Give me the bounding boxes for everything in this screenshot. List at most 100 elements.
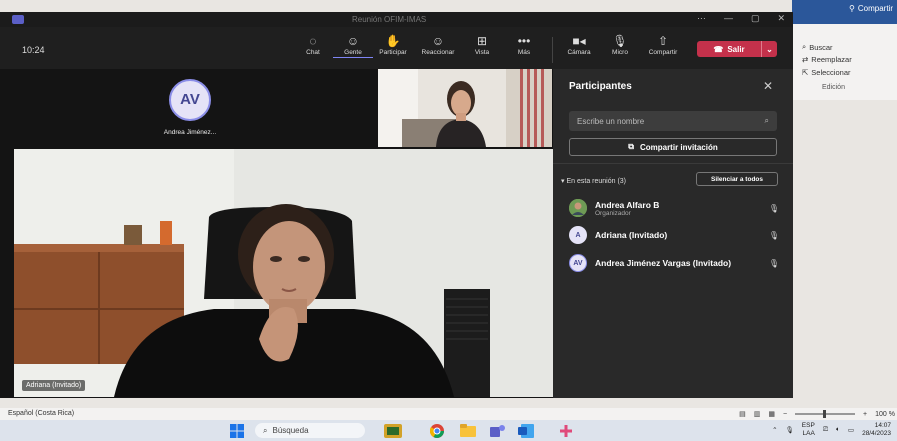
zoom-percentage[interactable]: 100 % [875, 411, 895, 418]
word-window-background: ⚲ Compartir ⌕ Buscar ⇄ Reemplazar ⇱ Selecci… [792, 0, 897, 100]
word-replace-button[interactable]: ⇄ Reemplazar [802, 55, 852, 64]
view-label: Vista [474, 49, 490, 56]
network-icon[interactable]: ⎚ [823, 426, 828, 434]
taskbar-app-chrome[interactable] [430, 423, 444, 438]
participant-row[interactable]: AV Andrea Jiménez Vargas (Invitado) 🎙︎ [569, 254, 779, 272]
search-icon: ⌕ [764, 116, 769, 125]
word-find-button[interactable]: ⌕ Buscar [802, 42, 833, 52]
close-icon[interactable]: ✕ [777, 13, 785, 24]
lang-line-2: LAA [802, 430, 815, 437]
share-invite-label: Compartir invitación [639, 142, 718, 152]
start-button[interactable] [230, 423, 244, 438]
share-invite-button[interactable]: ⧉ Compartir invitación [569, 138, 777, 156]
zoom-slider[interactable] [795, 410, 856, 418]
chevron-up-icon[interactable]: ⌃ [772, 426, 777, 434]
participant-role: Organizador [595, 209, 631, 217]
battery-icon[interactable]: ▭ [848, 426, 854, 434]
react-label: Reaccionar [421, 49, 455, 56]
participant-search-input[interactable]: Escribe un nombre ⌕ [569, 111, 777, 131]
participant-row[interactable]: A Adriana (Invitado) 🎙︎ [569, 226, 779, 244]
maximize-icon[interactable]: ▢ [751, 13, 760, 24]
ellipsis-icon: ••• [517, 34, 531, 48]
word-language-status[interactable]: Español (Costa Rica) [8, 410, 74, 417]
taskbar-search[interactable]: ⌕ Búsqueda [255, 423, 365, 438]
taskbar-app-teams[interactable] [490, 423, 506, 438]
snipping-tool-icon [560, 424, 572, 437]
smiley-icon: ☺ [431, 34, 445, 48]
share-button[interactable]: ⇧ Compartir [643, 33, 683, 56]
word-share-button[interactable]: ⚲ Compartir [849, 4, 893, 13]
folder-icon [460, 424, 476, 437]
meeting-title: Reunión OFIM-IMAS [352, 15, 427, 24]
mute-all-button[interactable]: Silenciar a todos [696, 172, 778, 186]
word-select-button[interactable]: ⇱ Seleccionar [802, 68, 851, 77]
camera-label: Cámara [567, 49, 591, 56]
people-button[interactable]: ☺ Gente [333, 33, 373, 58]
participant-video-small[interactable] [378, 69, 552, 147]
more-button[interactable]: ••• Más [504, 33, 544, 56]
meeting-timer: 10:24 [22, 45, 45, 55]
replace-icon: ⇄ [802, 55, 809, 64]
participant-row[interactable]: Andrea Alfaro B Organizador 🎙︎ [569, 199, 779, 217]
microphone-icon[interactable]: 🎙︎ [786, 426, 794, 434]
raise-hand-label: Participar [379, 49, 407, 56]
leave-button[interactable]: ☎ Salir ⌄ [697, 41, 777, 57]
chat-button[interactable]: ◌ Chat [293, 33, 333, 56]
section-toggle[interactable]: ▾ En esta reunión (3) [561, 177, 626, 185]
share-label: Compartir [648, 49, 678, 56]
more-label: Más [517, 49, 531, 56]
zoom-out-icon[interactable]: − [783, 411, 787, 418]
search-placeholder: Escribe un nombre [577, 116, 645, 126]
game-app-icon [384, 423, 402, 438]
view-button[interactable]: ⊞ Vista [462, 33, 502, 56]
taskbar-app-snip[interactable] [558, 423, 574, 438]
leave-main[interactable]: ☎ Salir [697, 45, 761, 54]
participant-name-tag: Adriana (Invitado) [22, 380, 86, 391]
react-button[interactable]: ☺ Reaccionar [418, 33, 458, 56]
window-controls: ··· — ▢ ✕ [697, 13, 785, 24]
panel-title: Participantes [569, 81, 632, 92]
more-options-icon[interactable]: ··· [697, 13, 706, 24]
meeting-toolbar: 10:24 ◌ Chat ☺ Gente ✋ Participar ☺ Reac… [0, 27, 793, 69]
mic-button[interactable]: 🎙︎ Micro [600, 33, 640, 56]
chat-icon: ◌ [309, 34, 317, 48]
chrome-icon [430, 423, 444, 438]
avatar-photo [569, 199, 587, 217]
mic-label: Micro [612, 49, 628, 56]
input-language[interactable]: ESP LAA [802, 422, 815, 438]
leave-label: Salir [727, 44, 745, 54]
read-mode-icon[interactable]: ▤ [739, 410, 746, 418]
taskbar-app-explorer[interactable] [460, 423, 476, 438]
clock-date[interactable]: 14:07 28/4/2023 [862, 422, 891, 438]
taskbar-app-game[interactable] [384, 423, 402, 438]
hand-icon: ✋ [385, 34, 401, 48]
participant-info: Andrea Jiménez Vargas (Invitado) [595, 258, 769, 268]
minimize-icon[interactable]: — [724, 13, 733, 24]
print-layout-icon[interactable]: ▥ [754, 410, 761, 418]
share-screen-icon: ⇧ [657, 34, 669, 48]
cursor-icon: ⇱ [802, 68, 809, 77]
participant-tile-avatar[interactable]: AV Andrea Jiménez... [140, 79, 240, 149]
raise-hand-button[interactable]: ✋ Participar [373, 33, 413, 56]
avatar [569, 199, 587, 217]
participant-video-main[interactable]: Adriana (Invitado) [14, 149, 553, 397]
search-icon: ⌕ [263, 425, 268, 435]
zoom-in-icon[interactable]: + [863, 411, 867, 418]
taskbar-time: 14:07 [874, 422, 891, 429]
leave-options-chevron-icon[interactable]: ⌄ [761, 41, 777, 57]
camera-button[interactable]: ■◂ Cámara [559, 33, 599, 56]
grid-icon: ⊞ [476, 34, 488, 48]
volume-icon[interactable]: 🔈︎ [836, 426, 840, 434]
windows-taskbar: ⌕ Búsqueda ⌃ 🎙︎ ESP LAA ⎚ 🔈︎ ▭ 14:07 28/… [0, 420, 897, 441]
section-label: En esta reunión (3) [566, 178, 627, 185]
web-layout-icon[interactable]: ▦ [768, 410, 775, 418]
participant-info: Andrea Alfaro B Organizador [595, 200, 769, 217]
word-share-label: Compartir [857, 4, 893, 13]
avatar: AV [569, 254, 587, 272]
avatar: A [569, 226, 587, 244]
word-icon [518, 423, 534, 438]
close-panel-icon[interactable]: ✕ [763, 79, 773, 93]
taskbar-app-word[interactable] [518, 423, 534, 438]
people-icon: ☺ [346, 34, 360, 48]
microphone-icon: 🎙︎ [612, 34, 628, 48]
